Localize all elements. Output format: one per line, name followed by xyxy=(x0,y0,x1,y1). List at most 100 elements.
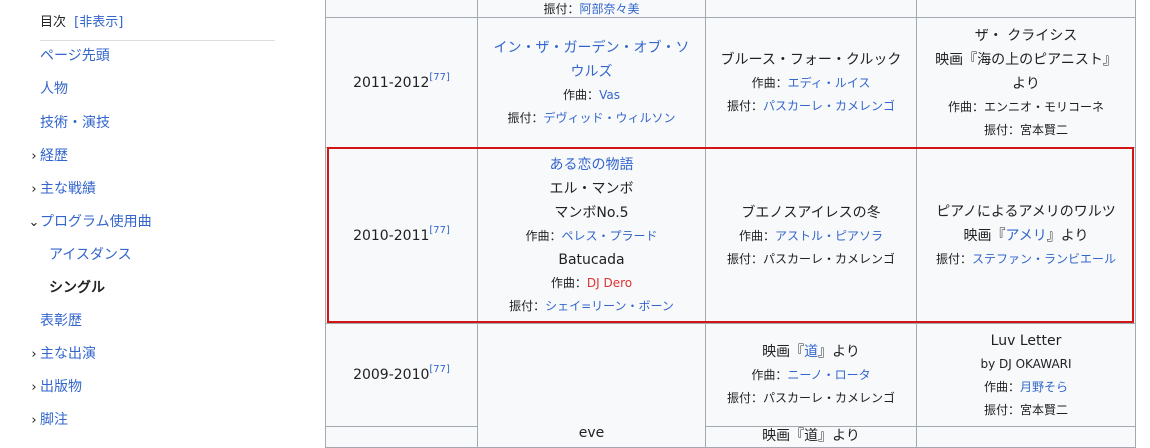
toc-item-appearances[interactable]: › 主な出演 xyxy=(28,342,96,366)
composer-link[interactable]: ペレス・プラード xyxy=(562,229,658,243)
table-cell xyxy=(705,0,917,18)
toc-item-label: 人物 xyxy=(40,81,68,97)
season-label: 2011-2012[77] xyxy=(353,71,450,91)
chevron-right-icon[interactable]: › xyxy=(28,343,40,367)
composer-text: 作曲：月野そら xyxy=(983,379,1069,394)
toc-title: 目次 xyxy=(40,15,67,30)
short-program-cell: イン・ザ・ガーデン・オブ・ソ ウルズ 作曲：Vas 振付：デヴィッド・ウィルソン xyxy=(477,17,706,148)
choreographer-text: 振付：パスカーレ・カメレンゴ xyxy=(726,391,895,405)
choreographer-link[interactable]: 阿部奈々美 xyxy=(580,2,640,16)
toc-item-page-top[interactable]: ページ先頭 xyxy=(40,44,110,68)
program-source: 映画『アメリ』より xyxy=(963,228,1089,244)
choreographer-text: 振付：パスカーレ・カメレンゴ xyxy=(726,98,896,113)
program-title-link[interactable]: ウルズ xyxy=(571,60,613,84)
table-cell: 振付：阿部奈々美 xyxy=(477,0,706,18)
exhibition-cell: Luv Letter by DJ OKAWARI 作曲：月野そら 振付：宮本賢二 xyxy=(916,323,1136,427)
toc-item-label: 出版物 xyxy=(40,379,82,395)
reference-link[interactable]: [77] xyxy=(429,364,450,375)
toc-item-programs[interactable]: ⌄プログラム使用曲 xyxy=(28,210,152,234)
toc-hide-link[interactable]: [非表示] xyxy=(74,15,123,30)
season-label: 2009-2010[77] xyxy=(353,364,450,383)
toc-item-label: 主な出演 xyxy=(40,346,96,362)
chevron-right-icon[interactable]: › xyxy=(28,178,40,202)
choreographer-link[interactable]: デヴィッド・ウィルソン xyxy=(544,111,676,125)
free-skating-cell: ブルース・フォー・クルック 作曲：エディ・ルイス 振付：パスカーレ・カメレンゴ xyxy=(705,17,917,148)
table-cell xyxy=(916,0,1136,18)
artist-text: by DJ OKAWARI xyxy=(980,356,1072,371)
choreographer-text: 振付：宮本賢二 xyxy=(983,402,1068,417)
program-source: 映画『海の上のピアニスト』 xyxy=(935,51,1117,68)
toc-item-label: 主な戦績 xyxy=(40,181,96,197)
toc-item-label: プログラム使用曲 xyxy=(40,214,152,230)
season-cell: 2011-2012[77] xyxy=(325,17,478,148)
chevron-right-icon[interactable]: › xyxy=(28,376,40,400)
season-label: 2010-2011[77] xyxy=(353,224,450,244)
program-title: ブルース・フォー・クルック xyxy=(720,51,902,68)
table-cell xyxy=(325,426,478,448)
composer-link[interactable]: アストル・ピアソラ xyxy=(775,229,883,243)
free-skating-cell: ブエノスアイレスの冬 作曲：アストル・ピアソラ 振付：パスカーレ・カメレンゴ xyxy=(705,147,917,324)
composer-link[interactable]: 月野そら xyxy=(1020,380,1068,394)
composer-redlink[interactable]: DJ Dero xyxy=(587,276,632,290)
toc-item-label: 技術・演技 xyxy=(40,115,110,131)
exhibition-cell: ザ・ クライシス 映画『海の上のピアニスト』 より 作曲：エンニオ・モリコーネ … xyxy=(916,17,1136,148)
choreographer-link[interactable]: ステファン・ランビエール xyxy=(972,252,1116,266)
program-source: 映画『道』より xyxy=(762,428,860,444)
program-title: マンボNo.5 xyxy=(554,205,629,221)
program-title: ブエノスアイレスの冬 xyxy=(741,204,881,221)
choreographer-text: 振付：宮本賢二 xyxy=(983,122,1068,137)
exhibition-cell: ピアノによるアメリのワルツ 映画『アメリ』より 振付：ステファン・ランビエール xyxy=(916,147,1136,324)
toc-item-career[interactable]: › 経歴 xyxy=(28,144,68,168)
film-link[interactable]: アメリ xyxy=(1005,228,1046,244)
toc-item-results[interactable]: › 主な戦績 xyxy=(28,177,96,201)
program-table: 振付：阿部奈々美 2011-2012[77] イン・ザ・ガーデン・オブ・ソ ウル… xyxy=(325,0,1136,448)
short-program-cell: ある恋の物語 エル・マンボ マンボNo.5 作曲：ペレス・プラード Batuca… xyxy=(477,147,706,324)
composer-text: 作曲：エンニオ・モリコーネ xyxy=(947,99,1104,114)
toc-item-person[interactable]: 人物 xyxy=(40,77,68,101)
season-cell: 2009-2010[77] xyxy=(325,323,478,427)
choreographer-link[interactable]: シェイ=リーン・ボーン xyxy=(545,299,674,313)
toc-item-label: 表彰歴 xyxy=(40,313,82,329)
reference-link[interactable]: [77] xyxy=(429,225,450,236)
table-cell xyxy=(325,0,478,18)
toc-item-label: アイスダンス xyxy=(49,247,132,263)
program-source: より xyxy=(1012,75,1040,92)
reference-link[interactable]: [77] xyxy=(429,72,450,83)
composer-text: 作曲：ニーノ・ロータ xyxy=(751,368,871,382)
composer-text: 作曲：アストル・ピアソラ xyxy=(738,228,884,243)
composer-link[interactable]: エディ・ルイス xyxy=(788,76,871,90)
toc-item-publications[interactable]: › 出版物 xyxy=(28,375,82,399)
program-source: 映画『道』より xyxy=(762,344,860,360)
toc-item-label: 経歴 xyxy=(40,148,68,164)
program-title: ピアノによるアメリのワルツ xyxy=(936,204,1116,220)
short-program-cell: eve xyxy=(477,323,706,448)
choreographer-link[interactable]: パスカーレ・カメレンゴ xyxy=(763,99,895,113)
program-title: Luv Letter xyxy=(990,332,1062,349)
film-link[interactable]: 道 xyxy=(804,344,818,360)
program-title: Batucada xyxy=(558,252,625,268)
choreographer-text: 振付：シェイ=リーン・ボーン xyxy=(509,299,674,313)
toc-header: 目次 [非表示] xyxy=(40,10,275,41)
choreographer-text: 振付：パスカーレ・カメレンゴ xyxy=(726,251,895,266)
toc-item-footnotes[interactable]: › 脚注 xyxy=(28,408,68,432)
composer-link[interactable]: Vas xyxy=(599,88,620,102)
program-title-link[interactable]: ある恋の物語 xyxy=(550,153,634,177)
choreographer-text: 振付：ステファン・ランビエール xyxy=(935,252,1117,266)
program-title: eve xyxy=(578,425,605,441)
composer-text: 作曲：DJ Dero xyxy=(550,276,633,290)
toc-item-awards[interactable]: 表彰歴 xyxy=(40,309,82,333)
season-cell: 2010-2011[77] xyxy=(325,147,478,324)
table-cell xyxy=(916,426,1136,448)
toc-item-label: 脚注 xyxy=(40,412,68,428)
toc-item-singles[interactable]: シングル xyxy=(49,276,105,300)
program-title: エル・マンボ xyxy=(549,181,634,197)
chevron-right-icon[interactable]: › xyxy=(28,409,40,433)
toc-item-technique[interactable]: 技術・演技 xyxy=(40,111,110,135)
program-title-link[interactable]: イン・ザ・ガーデン・オブ・ソ xyxy=(494,36,690,60)
composer-link[interactable]: ニーノ・ロータ xyxy=(787,368,870,382)
chevron-down-icon[interactable]: ⌄ xyxy=(28,211,40,235)
toc-item-ice-dance[interactable]: アイスダンス xyxy=(49,243,132,267)
composer-text: 作曲：Vas xyxy=(563,87,620,102)
free-skating-cell: 映画『道』より 作曲：ニーノ・ロータ 振付：パスカーレ・カメレンゴ xyxy=(705,323,917,427)
chevron-right-icon[interactable]: › xyxy=(28,145,40,169)
